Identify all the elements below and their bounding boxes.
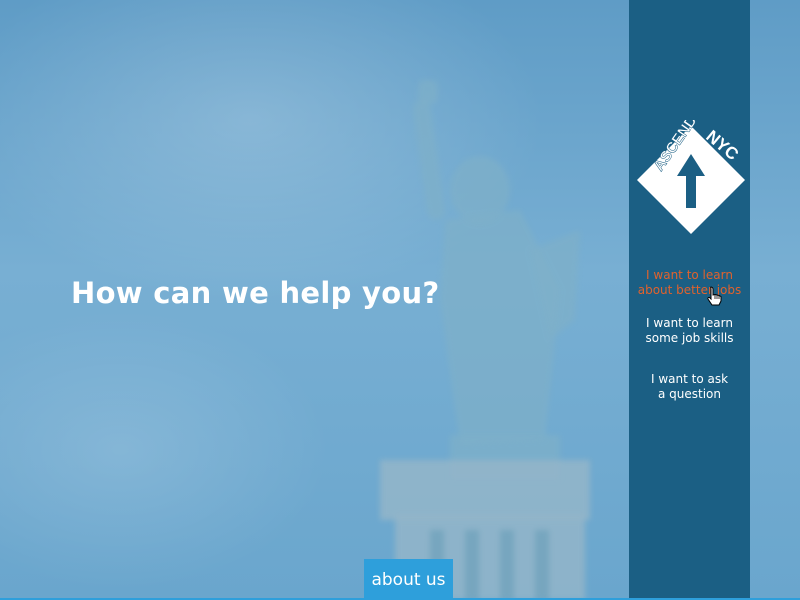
menu-item-label-line2: about better jobs (637, 283, 742, 297)
menu-item-job-skills[interactable]: I want to learn some job skills (629, 316, 750, 346)
about-us-button[interactable]: about us (364, 559, 453, 600)
sidebar: ASCEND NYC I want to learn about better … (629, 0, 750, 600)
menu-item-label-line2: some job skills (645, 331, 734, 345)
statue-of-liberty-image (380, 80, 590, 600)
ascend-nyc-logo[interactable]: ASCEND NYC (633, 120, 749, 242)
menu-item-label-line2: a question (657, 387, 721, 401)
menu-item-ask-question[interactable]: I want to ask a question (629, 372, 750, 402)
menu-item-better-jobs[interactable]: I want to learn about better jobs (629, 268, 750, 298)
hand-pointer-icon (707, 286, 722, 306)
page-headline: How can we help you? (71, 276, 440, 310)
menu-item-label-line1: I want to ask (650, 372, 729, 386)
menu-item-label-line1: I want to learn (646, 268, 733, 282)
menu-item-label-line1: I want to learn (646, 316, 733, 330)
